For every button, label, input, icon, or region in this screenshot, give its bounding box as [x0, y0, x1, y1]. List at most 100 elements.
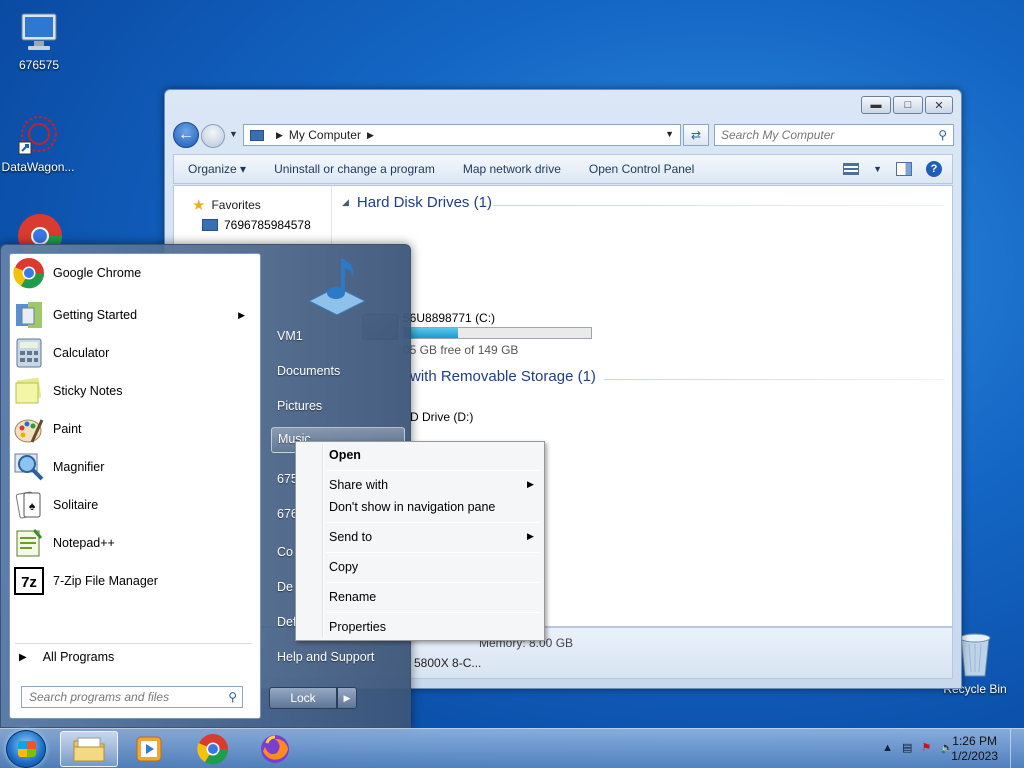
context-copy[interactable]: Copy: [329, 560, 358, 574]
desktop-icon-label: 676575: [18, 58, 60, 72]
all-programs-arrow-icon: ▶: [19, 651, 27, 663]
show-hidden-icons-icon[interactable]: ▲: [882, 742, 893, 754]
close-button[interactable]: ✕: [925, 96, 953, 114]
start-item-documents[interactable]: Documents: [277, 364, 340, 378]
group-divider: [494, 205, 944, 206]
address-bar[interactable]: ▶ My Computer ▶ ▼: [243, 124, 681, 146]
preview-pane-icon[interactable]: [896, 162, 912, 176]
view-dropdown-icon[interactable]: ▼: [873, 164, 882, 174]
taskbar: ▲ ▤ ⚑ 🔈 1:26 PM 1/2/2023: [0, 728, 1024, 768]
context-rename[interactable]: Rename: [329, 590, 376, 604]
favorites-label: Favorites: [211, 198, 261, 212]
program-magnifier[interactable]: Magnifier: [11, 449, 255, 485]
start-item-pictures[interactable]: Pictures: [277, 399, 322, 413]
start-item-help-support[interactable]: Help and Support: [277, 650, 374, 664]
breadcrumb-chevron-icon[interactable]: ▶: [367, 130, 374, 141]
program-calculator[interactable]: Calculator: [11, 335, 255, 371]
shutdown-options-arrow-icon[interactable]: ▶: [337, 687, 357, 709]
help-icon[interactable]: ?: [926, 161, 942, 177]
start-item-computer-partial[interactable]: Co: [277, 545, 293, 559]
open-control-panel-button[interactable]: Open Control Panel: [575, 162, 708, 176]
taskbar-media-player[interactable]: [120, 731, 178, 767]
search-placeholder: Search My Computer: [721, 128, 835, 142]
desktop-icon-computer[interactable]: 676575: [1, 10, 77, 72]
program-notepad-plus-plus[interactable]: Notepad++: [11, 525, 255, 561]
sticky-notes-icon: [15, 377, 42, 404]
processor-info: 5800X 8-C...: [414, 656, 482, 670]
start-item-devices-partial[interactable]: De: [277, 580, 293, 594]
address-row: ← ▼ ▶ My Computer ▶ ▼ ⇄ Search My Comput…: [173, 122, 954, 148]
svg-text:♠: ♠: [29, 499, 36, 513]
map-network-drive-button[interactable]: Map network drive: [449, 162, 575, 176]
context-send-to[interactable]: Send to ▶: [329, 530, 534, 544]
show-desktop-button[interactable]: [1010, 729, 1024, 768]
context-share-with[interactable]: Share with ▶: [329, 478, 534, 492]
group-divider: [604, 379, 944, 380]
taskbar-explorer[interactable]: [60, 731, 118, 767]
drive-c-name[interactable]: 56U8898771 (C:): [403, 311, 495, 325]
folder-icon: [73, 737, 105, 762]
network-icon[interactable]: ▤: [902, 741, 912, 754]
refresh-button[interactable]: ⇄: [683, 124, 709, 146]
group-header-removable[interactable]: with Removable Storage (1): [410, 368, 596, 385]
desktop-icon-label: DataWagon...: [1, 160, 75, 174]
forward-button[interactable]: [201, 124, 225, 148]
organize-menu[interactable]: Organize ▾: [174, 162, 260, 176]
search-icon[interactable]: ⚲: [938, 128, 947, 142]
window-controls: ▬ □ ✕: [861, 96, 953, 114]
taskbar-chrome[interactable]: [184, 731, 242, 767]
breadcrumb-chevron-icon[interactable]: ▶: [276, 130, 283, 141]
nav-item[interactable]: 7696785984578: [202, 218, 311, 232]
star-icon: ★: [192, 197, 206, 214]
breadcrumb-my-computer[interactable]: My Computer: [289, 128, 361, 142]
all-programs-button[interactable]: ▶ All Programs: [19, 650, 114, 664]
recent-pages-dropdown[interactable]: ▼: [229, 129, 238, 139]
computer-icon: [250, 129, 264, 141]
program-solitaire[interactable]: ♠ Solitaire: [11, 487, 255, 523]
solitaire-icon: ♠: [15, 491, 41, 519]
lock-button[interactable]: Lock: [269, 687, 337, 709]
collapse-icon[interactable]: ◢: [342, 197, 349, 208]
favorites-node[interactable]: ★ Favorites: [192, 196, 261, 214]
taskbar-clock[interactable]: 1:26 PM 1/2/2023: [951, 734, 998, 764]
back-button[interactable]: ←: [173, 122, 199, 148]
action-center-flag-icon[interactable]: ⚑: [921, 741, 931, 754]
start-item-defaults-partial[interactable]: Def: [277, 615, 296, 629]
submenu-arrow-icon: ▶: [527, 479, 534, 489]
chrome-icon: [197, 734, 229, 765]
monitor-icon: [202, 219, 218, 231]
music-folder-icon: [307, 259, 367, 316]
datawagon-icon: [18, 116, 57, 155]
svg-text:7z: 7z: [21, 574, 37, 591]
command-bar: Organize ▾ Uninstall or change a program…: [173, 154, 953, 184]
context-dont-show-nav[interactable]: Don't show in navigation pane: [329, 500, 495, 514]
media-player-icon: [136, 736, 162, 762]
search-input[interactable]: Search My Computer ⚲: [714, 124, 954, 146]
program-getting-started[interactable]: Getting Started ▶: [11, 297, 255, 333]
context-open[interactable]: Open: [329, 448, 361, 462]
program-7zip[interactable]: 7z 7-Zip File Manager: [11, 563, 255, 599]
program-sticky-notes[interactable]: Sticky Notes: [11, 373, 255, 409]
submenu-arrow-icon: ▶: [238, 309, 245, 320]
context-properties[interactable]: Properties: [329, 620, 386, 634]
program-list-divider: [15, 643, 252, 644]
program-paint[interactable]: Paint: [11, 411, 255, 447]
taskbar-firefox[interactable]: [246, 731, 304, 767]
start-button[interactable]: [6, 730, 46, 768]
change-view-icon[interactable]: [843, 163, 860, 175]
program-google-chrome[interactable]: Google Chrome: [11, 255, 255, 291]
magnifier-icon: [14, 453, 44, 481]
drive-d-name[interactable]: D Drive (D:): [410, 410, 473, 424]
start-item-vm1[interactable]: VM1: [277, 329, 303, 343]
search-icon[interactable]: ⚲: [228, 690, 237, 704]
address-dropdown-icon[interactable]: ▼: [665, 129, 674, 139]
maximize-button[interactable]: □: [893, 96, 923, 114]
context-separator: [326, 612, 540, 613]
group-header-hdd[interactable]: ◢ Hard Disk Drives (1): [342, 194, 492, 211]
desktop-icon-datawagon[interactable]: DataWagon...: [0, 114, 76, 174]
start-search-input[interactable]: Search programs and files ⚲: [21, 686, 243, 708]
paint-icon: [14, 419, 44, 443]
uninstall-button[interactable]: Uninstall or change a program: [260, 162, 449, 176]
minimize-button[interactable]: ▬: [861, 96, 891, 114]
drive-c-free: 05 GB free of 149 GB: [403, 343, 519, 357]
